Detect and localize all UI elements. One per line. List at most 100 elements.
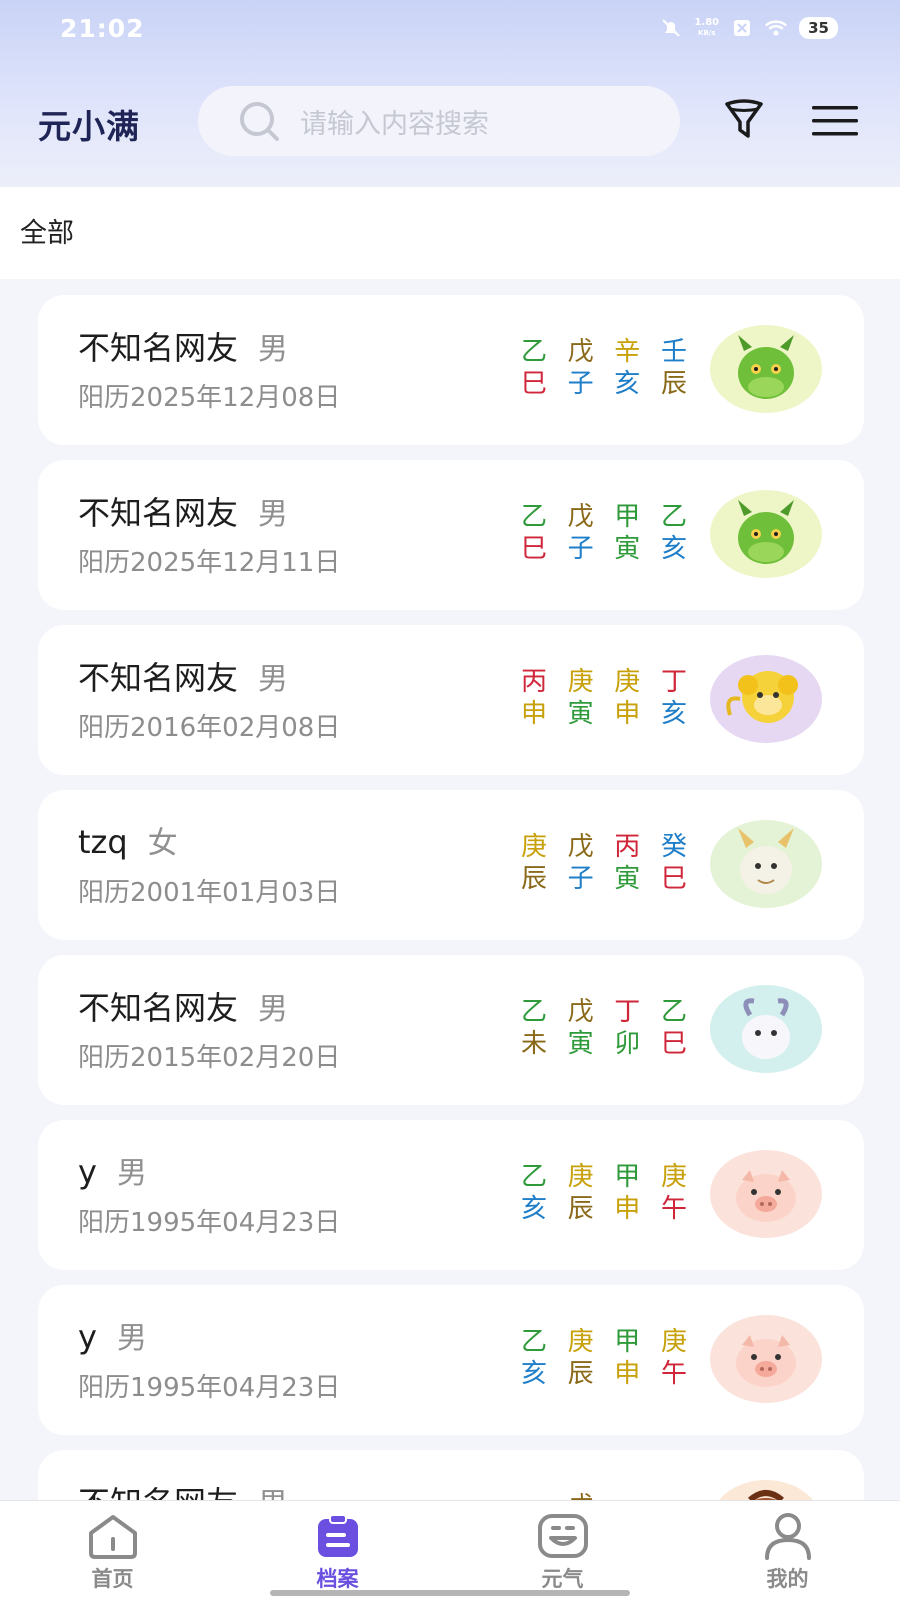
record-date: 阳历1995年04月23日: [78, 1373, 341, 1403]
stem-char: [660, 1492, 688, 1500]
branch-char: 午: [660, 1359, 687, 1389]
menu-icon[interactable]: [810, 103, 860, 139]
record-card[interactable]: 不知名网友 男 阳历2015年02月20日 乙 戊 丁 乙 未 寅 卯 巳: [38, 955, 864, 1105]
home-indicator[interactable]: [270, 1590, 630, 1596]
stem-char: 癸: [660, 832, 687, 862]
pink-pig-avatar: [710, 1315, 822, 1403]
branch-char: 申: [614, 1359, 641, 1389]
record-name-row: y 男: [78, 1313, 147, 1357]
record-name-row: 不知名网友 男: [78, 323, 288, 369]
mute-bell-icon: [660, 17, 682, 39]
status-icons: 1.80 KB/s 35: [660, 17, 838, 39]
stem-char: 乙: [520, 1327, 547, 1357]
stem-char: 甲: [614, 502, 641, 532]
record-name: 不知名网友: [78, 989, 239, 1027]
stem-char: 乙: [520, 1162, 547, 1192]
status-time: 21:02: [60, 13, 145, 43]
record-card[interactable]: y 男 阳历1995年04月23日 乙 庚 甲 庚 亥 辰 申 午: [38, 1120, 864, 1270]
branch-char: 辰: [567, 1359, 594, 1389]
stem-char: 辛: [614, 337, 641, 367]
record-card[interactable]: 不知名网友 男 阳历2016年02月08日 丙 庚 庚 丁 申 寅 申 亥: [38, 625, 864, 775]
home-icon: [84, 1511, 142, 1561]
net-speed-value: 1.80: [694, 17, 720, 28]
filter-all-tab[interactable]: 全部: [20, 211, 74, 250]
record-gender: 男: [258, 332, 289, 367]
wifi-icon: [765, 17, 788, 39]
earthly-branches-row: 亥 辰 申 午: [520, 1194, 688, 1226]
stem-char: 戊: [567, 832, 594, 862]
search-placeholder: 请输入内容搜索: [300, 108, 489, 140]
record-gender: 男: [258, 992, 289, 1027]
record-gender: 男: [258, 662, 289, 697]
branch-char: 寅: [567, 699, 594, 729]
branch-char: 寅: [614, 534, 641, 564]
heavenly-stems-row: 庚 戊 丙 癸: [520, 832, 688, 864]
record-card[interactable]: 不知名网友 男 阳历2025年12月08日 乙 戊 辛 壬 巳 子 亥 辰: [38, 295, 864, 445]
record-date: 阳历1995年04月23日: [78, 1208, 341, 1238]
nav-profile[interactable]: 我的: [675, 1501, 900, 1600]
branch-char: 辰: [567, 1194, 594, 1224]
record-name-row: y 男: [78, 1148, 147, 1192]
stem-char: 丁: [660, 667, 687, 697]
net-speed-unit: KB/s: [698, 29, 716, 37]
smile-face-icon: [534, 1511, 592, 1561]
stem-char: 丙: [614, 832, 641, 862]
branch-char: 亥: [614, 369, 641, 399]
bazi-chart: 乙 戊 丁 乙 未 寅 卯 巳: [520, 997, 688, 1061]
stem-char: 甲: [614, 1162, 641, 1192]
record-name: 不知名网友: [78, 329, 239, 367]
stem-char: 甲: [614, 1327, 641, 1357]
bazi-chart: 庚 戊 丙 癸 辰 子 寅 巳: [520, 832, 688, 896]
nav-home[interactable]: 首页: [0, 1501, 225, 1600]
stem-char: 壬: [660, 337, 687, 367]
nav-archive-label: 档案: [316, 1567, 359, 1591]
stem-char: 庚: [567, 1162, 594, 1192]
stem-char: 庚: [567, 1327, 594, 1357]
branch-char: 亥: [520, 1194, 547, 1224]
branch-char: 巳: [520, 534, 547, 564]
stem-char: 丙: [520, 667, 547, 697]
yellow-monkey-avatar: [710, 655, 822, 743]
heavenly-stems-row: 丙 庚 庚 丁: [520, 667, 688, 699]
stem-char: 乙: [520, 502, 547, 532]
earthly-branches-row: 未 寅 卯 巳: [520, 1029, 688, 1061]
search-input[interactable]: 请输入内容搜索: [198, 86, 680, 156]
white-goat-avatar: [710, 985, 822, 1073]
branch-char: 寅: [614, 864, 641, 894]
filter-icon[interactable]: [722, 98, 766, 142]
nav-energy[interactable]: 元气: [450, 1501, 675, 1600]
record-name: y: [78, 1153, 97, 1191]
record-name: tzq: [78, 823, 128, 861]
nav-home-label: 首页: [91, 1567, 134, 1591]
record-gender: 女: [147, 826, 178, 861]
bazi-chart: 丙 庚 庚 丁 申 寅 申 亥: [520, 667, 688, 731]
nav-archive[interactable]: 档案: [225, 1501, 450, 1600]
heavenly-stems-row: 乙 庚 甲 庚: [520, 1162, 688, 1194]
branch-char: 申: [614, 699, 641, 729]
stem-char: 庚: [614, 667, 641, 697]
clipboard-icon: [309, 1511, 367, 1561]
branch-char: 巳: [520, 369, 547, 399]
record-name-row: 不知名网友 男: [78, 1478, 288, 1500]
earthly-branches-row: 申 寅 申 亥: [520, 699, 688, 731]
record-name: 不知名网友: [78, 494, 239, 532]
user-icon: [759, 1511, 817, 1561]
branch-char: 辰: [660, 369, 687, 399]
battery-indicator: 35: [799, 17, 838, 39]
green-dragon-avatar: [710, 325, 822, 413]
branch-char: 子: [567, 864, 594, 894]
bazi-chart: 乙 庚 甲 庚 亥 辰 申 午: [520, 1327, 688, 1391]
branch-char: 亥: [660, 699, 687, 729]
record-card[interactable]: 不知名网友 男 阳历2025年12月11日 乙 戊 甲 乙 巳 子 寅 亥: [38, 460, 864, 610]
record-date: 阳历2001年01月03日: [78, 878, 341, 908]
brown-horse-avatar: [710, 1480, 822, 1500]
net-speed: 1.80 KB/s: [694, 18, 719, 38]
record-card[interactable]: tzq 女 阳历2001年01月03日 庚 戊 丙 癸 辰 子 寅 巳: [38, 790, 864, 940]
bottom-nav: 首页 档案 元气 我的: [0, 1500, 900, 1600]
record-card[interactable]: 不知名网友 男 戊: [38, 1450, 864, 1500]
branch-char: 未: [520, 1029, 547, 1059]
record-card[interactable]: y 男 阳历1995年04月23日 乙 庚 甲 庚 亥 辰 申 午: [38, 1285, 864, 1435]
record-name: 不知名网友: [78, 1478, 238, 1500]
bazi-chart: 乙 戊 甲 乙 巳 子 寅 亥: [520, 502, 688, 566]
app-logo: 元小满: [38, 107, 140, 146]
